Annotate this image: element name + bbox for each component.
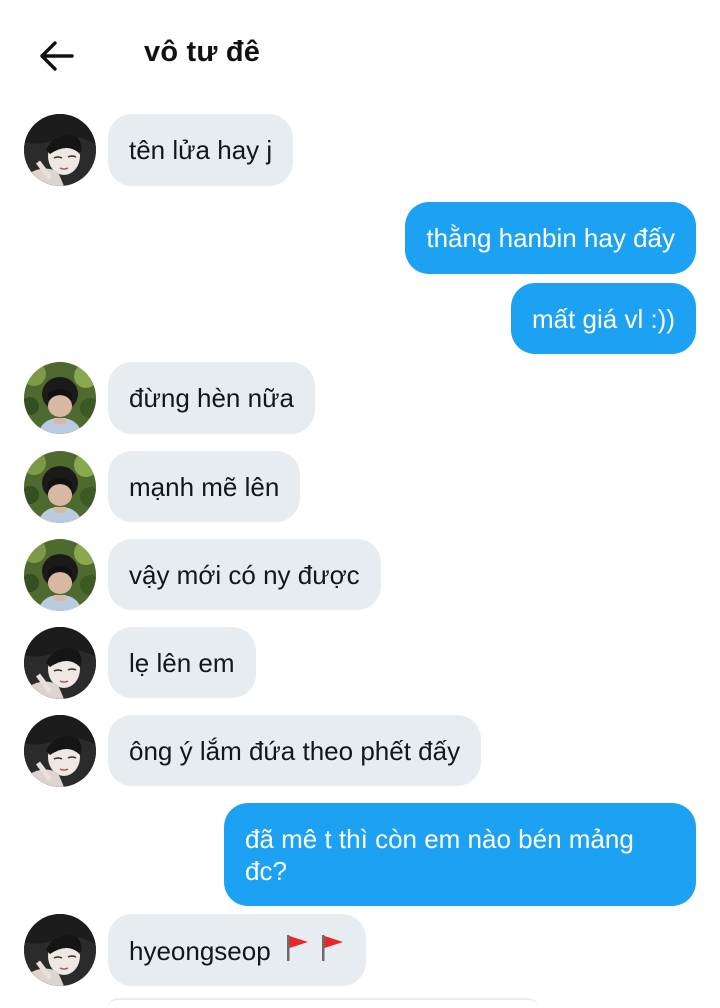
sender-avatar[interactable]: [24, 451, 96, 523]
sender-avatar[interactable]: [24, 114, 96, 186]
incoming-message[interactable]: ông ý lắm đứa theo phết đấy: [108, 715, 482, 786]
next-message-edge: [108, 998, 538, 1008]
sender-avatar[interactable]: [24, 715, 96, 787]
avatar-image: [24, 362, 96, 434]
chat-header: vô tư đê: [0, 0, 720, 104]
red-flag-icon: [286, 935, 308, 961]
message-text: hyeongseop: [129, 936, 271, 966]
avatar-image: [24, 627, 96, 699]
conversation-title: vô tư đê: [144, 36, 261, 68]
incoming-message[interactable]: lẹ lên em: [108, 627, 256, 698]
red-flag-icon: [322, 935, 344, 961]
incoming-message[interactable]: mạnh mẽ lên: [108, 451, 301, 522]
avatar-image: [24, 539, 96, 611]
avatar-image: [24, 451, 96, 523]
incoming-message[interactable]: hyeongseop: [108, 914, 367, 986]
sender-avatar[interactable]: [24, 914, 96, 986]
incoming-message[interactable]: tên lửa hay j: [108, 114, 294, 186]
sender-avatar[interactable]: [24, 539, 96, 611]
sender-avatar[interactable]: [24, 627, 96, 699]
sender-avatar[interactable]: [24, 362, 96, 434]
arrow-left-icon: [40, 41, 74, 71]
outgoing-message[interactable]: thằng hanbin hay đấy: [405, 202, 696, 274]
back-button[interactable]: [30, 30, 82, 82]
outgoing-message[interactable]: đã mê t thì còn em nào bén mảng đc?: [224, 803, 696, 906]
outgoing-message[interactable]: mất giá vl :)): [510, 283, 696, 354]
avatar-image: [24, 914, 96, 986]
incoming-message[interactable]: vậy mới có ny được: [108, 539, 381, 610]
avatar-image: [24, 114, 96, 186]
incoming-message[interactable]: đừng hèn nữa: [108, 362, 315, 434]
avatar-image: [24, 715, 96, 787]
